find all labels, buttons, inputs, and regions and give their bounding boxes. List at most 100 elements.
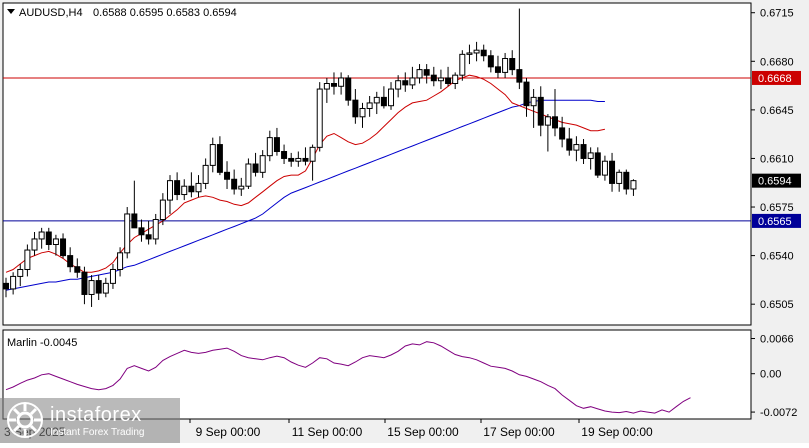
candle-body bbox=[530, 96, 537, 107]
time-tick-label: 17 Sep 00:00 bbox=[483, 425, 555, 439]
candle-body bbox=[630, 180, 637, 190]
candle-body bbox=[423, 69, 430, 76]
candle-body bbox=[181, 185, 188, 196]
price-tick-label: 0.6645 bbox=[760, 105, 794, 117]
price-tick-label: 0.6680 bbox=[760, 56, 794, 68]
candle-body bbox=[437, 77, 444, 82]
candle-body bbox=[359, 107, 366, 118]
candle-body bbox=[573, 144, 580, 151]
price-tag-label: 0.6565 bbox=[758, 216, 792, 228]
price-tag-label: 0.6668 bbox=[758, 73, 792, 85]
candle-body bbox=[330, 83, 337, 87]
candle-body bbox=[52, 238, 59, 245]
candle-body bbox=[273, 137, 280, 153]
price-axis: 0.6715 0.6680 0.6645 0.6610 0.6575 0.6540 0.65… bbox=[751, 8, 794, 311]
candle-body bbox=[609, 160, 616, 184]
candle-body bbox=[288, 157, 295, 162]
candle-body bbox=[601, 160, 608, 176]
candle-body bbox=[159, 199, 166, 221]
candle-body bbox=[95, 280, 102, 294]
candle-body bbox=[473, 49, 480, 54]
candle-body bbox=[544, 116, 551, 126]
candle-body bbox=[466, 52, 473, 55]
candle-body bbox=[487, 55, 494, 68]
instaforex-logo-icon bbox=[7, 402, 43, 438]
candle-body bbox=[409, 77, 416, 86]
candle-body bbox=[559, 127, 566, 140]
candle-body bbox=[388, 88, 395, 107]
candle-body bbox=[494, 66, 501, 73]
indicator-axis: 0.0066 0.00 -0.0072 bbox=[751, 334, 797, 419]
candle-body bbox=[245, 163, 252, 187]
candle-body bbox=[209, 144, 216, 166]
candle-body bbox=[395, 80, 402, 90]
candle-body bbox=[502, 58, 509, 73]
price-tick-label: 0.6505 bbox=[760, 299, 794, 311]
candle-body bbox=[202, 164, 209, 184]
candle-body bbox=[131, 213, 138, 229]
candle-body bbox=[580, 144, 587, 159]
price-tick-label: 0.6610 bbox=[760, 153, 794, 165]
candle-body bbox=[352, 99, 359, 118]
candle-body bbox=[323, 83, 330, 90]
watermark-brand: instaforex bbox=[50, 404, 142, 426]
candle-body bbox=[259, 155, 266, 173]
indicator-tick-label: 0.0066 bbox=[760, 334, 794, 346]
candle-body bbox=[145, 234, 152, 240]
candle-body bbox=[445, 77, 452, 84]
candle-body bbox=[566, 138, 573, 151]
candle-body bbox=[623, 171, 630, 190]
chart-canvas[interactable]: 0.6715 0.6680 0.6645 0.6610 0.6575 0.6540 0.65… bbox=[0, 0, 809, 443]
candle-body bbox=[402, 80, 409, 86]
candle-body bbox=[74, 266, 81, 273]
candle-body bbox=[88, 280, 95, 295]
candle-body bbox=[31, 238, 38, 251]
price-tick-label: 0.6540 bbox=[760, 251, 794, 263]
candle-body bbox=[102, 282, 109, 294]
candle-body bbox=[10, 275, 17, 290]
candle-body bbox=[430, 74, 437, 82]
candle-body bbox=[509, 58, 516, 71]
current-price-label: 0.6594 bbox=[758, 176, 792, 188]
candle-body bbox=[316, 88, 323, 148]
candle-body bbox=[594, 152, 601, 176]
candle-body bbox=[224, 171, 231, 180]
candle-body bbox=[166, 180, 173, 201]
candle-body bbox=[552, 116, 559, 129]
candle-body bbox=[516, 69, 523, 83]
ohlc-values: 0.6588 0.6595 0.6583 0.6594 bbox=[93, 7, 237, 19]
time-tick-label: 11 Sep 00:00 bbox=[292, 425, 363, 439]
candle-body bbox=[380, 96, 387, 107]
symbol-label: AUDUSD,H4 bbox=[19, 7, 83, 19]
candle-body bbox=[188, 185, 195, 193]
candle-body bbox=[124, 213, 131, 254]
candle-body bbox=[338, 77, 345, 87]
candle-body bbox=[152, 219, 159, 240]
candle-body bbox=[195, 182, 202, 193]
candle-body bbox=[459, 53, 466, 76]
candle-body bbox=[281, 151, 288, 159]
candle-body bbox=[24, 249, 31, 270]
candle-body bbox=[231, 178, 238, 190]
candle-body bbox=[45, 231, 52, 246]
price-tick-label: 0.6715 bbox=[760, 8, 794, 20]
candle-body bbox=[309, 146, 316, 162]
indicator-tick-label: 0.00 bbox=[760, 369, 781, 381]
candle-body bbox=[81, 271, 88, 295]
candle-body bbox=[523, 81, 530, 107]
candle-body bbox=[587, 152, 594, 159]
indicator-label: Marlin -0.0045 bbox=[7, 337, 77, 349]
candle-body bbox=[138, 227, 145, 236]
candle-body bbox=[38, 231, 45, 240]
candle-body bbox=[416, 69, 423, 79]
indicator-tick-label: -0.0072 bbox=[760, 407, 797, 419]
candle-body bbox=[345, 77, 352, 101]
chart-window: 0.6715 0.6680 0.6645 0.6610 0.6575 0.6540 0.65… bbox=[0, 0, 809, 443]
candle-body bbox=[302, 157, 309, 162]
candle-body bbox=[452, 74, 459, 85]
candle-body bbox=[60, 238, 67, 257]
candle-body bbox=[17, 268, 24, 277]
candle-body bbox=[480, 49, 487, 57]
time-tick-label: 9 Sep 00:00 bbox=[196, 425, 261, 439]
candle-body bbox=[238, 185, 245, 190]
